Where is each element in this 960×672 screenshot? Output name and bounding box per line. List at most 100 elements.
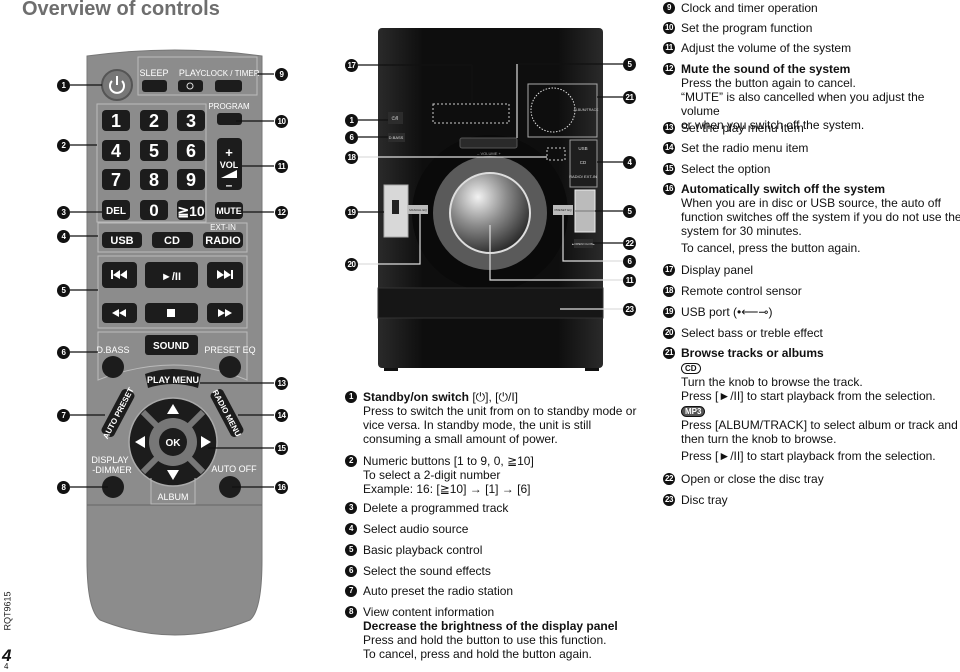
description-item: 23 Disc tray xyxy=(663,493,960,507)
ok-label: OK xyxy=(166,438,182,449)
item-heading: Set the play menu item xyxy=(681,121,960,135)
item-body: Basic playback control xyxy=(363,543,645,557)
item-number-badge: 11 xyxy=(663,42,675,54)
key-3-label: 3 xyxy=(186,111,196,131)
item-heading-text: Select the option xyxy=(681,162,771,176)
item-heading-text: Mute the sound of the system xyxy=(681,62,851,76)
manual-eq-label: MANUAL EQ xyxy=(409,208,427,212)
stop-icon xyxy=(167,309,175,317)
mute-label: MUTE xyxy=(216,206,242,216)
item-heading: Select audio source xyxy=(363,522,645,536)
description-item: 15 Select the option xyxy=(663,162,960,176)
item-heading: Browse tracks or albums xyxy=(681,346,960,360)
item-heading: Adjust the volume of the system xyxy=(681,41,960,55)
auto-off-label: AUTO OFF xyxy=(211,464,257,474)
item-heading-text: Clock and timer operation xyxy=(681,1,818,15)
album-track-label: ALBUM/TRACK xyxy=(574,108,600,112)
callout-number: 6 xyxy=(57,346,70,359)
display-label: DISPLAY xyxy=(91,455,128,465)
callout-number: 16 xyxy=(275,481,288,494)
play-timer-button[interactable] xyxy=(178,80,203,92)
key-5-label: 5 xyxy=(149,141,159,161)
item-line: function switches off the system if you … xyxy=(681,210,960,224)
unit-dbass-label: D.BASS xyxy=(389,135,404,140)
item-heading-text: Remote control sensor xyxy=(681,284,802,298)
item-line: Press and hold the button to use this fu… xyxy=(363,633,607,647)
item-body: Adjust the volume of the system xyxy=(681,41,960,55)
skip-buttons[interactable] xyxy=(459,137,518,149)
item-heading: Automatically switch off the system xyxy=(681,182,960,196)
usb-label: USB xyxy=(110,235,133,247)
callout-number: 9 xyxy=(275,68,288,81)
source-badge: CD xyxy=(681,363,701,374)
item-body: Open or close the disc tray xyxy=(681,472,960,486)
callout-number: 5 xyxy=(623,205,636,218)
item-body: Set the program function xyxy=(681,21,960,35)
item-heading-text: Browse tracks or albums xyxy=(681,346,824,360)
badge-line: CD xyxy=(681,360,960,375)
dimmer-label: -DIMMER xyxy=(92,465,132,475)
unit-preset-eq-label: PRESET EQ xyxy=(554,208,572,212)
item-number-badge: 10 xyxy=(663,22,675,34)
description-item: 3 Delete a programmed track xyxy=(345,501,645,515)
item-heading: Open or close the disc tray xyxy=(681,472,960,486)
item-body: Standby/on switch [⏻], [⏻/I] Press to swi… xyxy=(363,390,645,446)
item-line: To select a 2-digit number xyxy=(363,468,501,482)
preset-eq-button[interactable] xyxy=(219,356,241,378)
program-button[interactable] xyxy=(217,113,242,125)
sound-label: SOUND xyxy=(153,341,189,352)
disc-tray[interactable] xyxy=(377,287,604,319)
item-number-badge: 2 xyxy=(345,455,357,467)
item-line: To cancel, press and hold the button aga… xyxy=(363,647,592,661)
description-item: 8 View content information Decrease the br… xyxy=(345,605,645,661)
clock-timer-button[interactable] xyxy=(215,80,242,92)
item-heading-text: Select audio source xyxy=(363,522,469,536)
item-heading-text: Disc tray xyxy=(681,493,728,507)
item-heading: View content information xyxy=(363,605,645,619)
callout-number: 13 xyxy=(275,377,288,390)
description-item: 19 USB port (•⟵⊸) xyxy=(663,305,960,319)
item-body: Automatically switch off the system When … xyxy=(681,182,960,255)
item-number-badge: 21 xyxy=(663,347,675,359)
key-8-label: 8 xyxy=(149,170,159,190)
preset-eq-label: PRESET EQ xyxy=(204,345,255,355)
item-number-badge: 22 xyxy=(663,473,675,485)
item-number-badge: 12 xyxy=(663,63,675,75)
item-body: Clock and timer operation xyxy=(681,1,960,15)
key-1-label: 1 xyxy=(111,111,121,131)
unit-cd-label[interactable]: CD xyxy=(580,160,587,165)
callout-number: 6 xyxy=(345,131,358,144)
callout-number: 2 xyxy=(57,139,70,152)
description-item: 13 Set the play menu item xyxy=(663,121,960,135)
item-heading-text: Auto preset the radio station xyxy=(363,584,514,598)
unit-radio-label[interactable]: RADIO/ EXT-IN xyxy=(569,174,597,179)
item-heading-text: Select bass or treble effect xyxy=(681,326,823,340)
play-pause-label: ►/II xyxy=(161,271,181,283)
sleep-label: SLEEP xyxy=(139,68,168,78)
item-heading-text: Adjust the volume of the system xyxy=(681,41,852,55)
item-number-badge: 16 xyxy=(663,183,675,195)
callout-number: 23 xyxy=(623,303,636,316)
item-number-badge: 13 xyxy=(663,122,675,134)
item-number-badge: 8 xyxy=(345,606,357,618)
vol-minus: – xyxy=(226,178,233,192)
del-label: DEL xyxy=(106,206,126,217)
dbass-button[interactable] xyxy=(102,356,124,378)
callout-number: 4 xyxy=(57,230,70,243)
item-line: “MUTE” is also cancelled when you adjust… xyxy=(681,90,925,118)
sleep-button[interactable] xyxy=(142,80,167,92)
item-body: Set the play menu item xyxy=(681,121,960,135)
item-heading: USB port (•⟵⊸) xyxy=(681,305,960,319)
description-item: 22 Open or close the disc tray xyxy=(663,472,960,486)
item-heading: Disc tray xyxy=(681,493,960,507)
callout-number: 21 xyxy=(623,91,636,104)
item-line: Press [ALBUM/TRACK] to select album or t… xyxy=(681,418,958,432)
unit-usb-label[interactable]: USB xyxy=(578,146,587,151)
cd-label: CD xyxy=(164,235,180,247)
item-heading-text: Open or close the disc tray xyxy=(681,472,824,486)
item-line: Press [►/II] to start playback from the … xyxy=(681,449,936,463)
item-heading: Remote control sensor xyxy=(681,284,960,298)
item-number-badge: 17 xyxy=(663,264,675,276)
callout-number: 11 xyxy=(275,160,288,173)
clock-timer-label: CLOCK / TIMER xyxy=(201,69,260,78)
